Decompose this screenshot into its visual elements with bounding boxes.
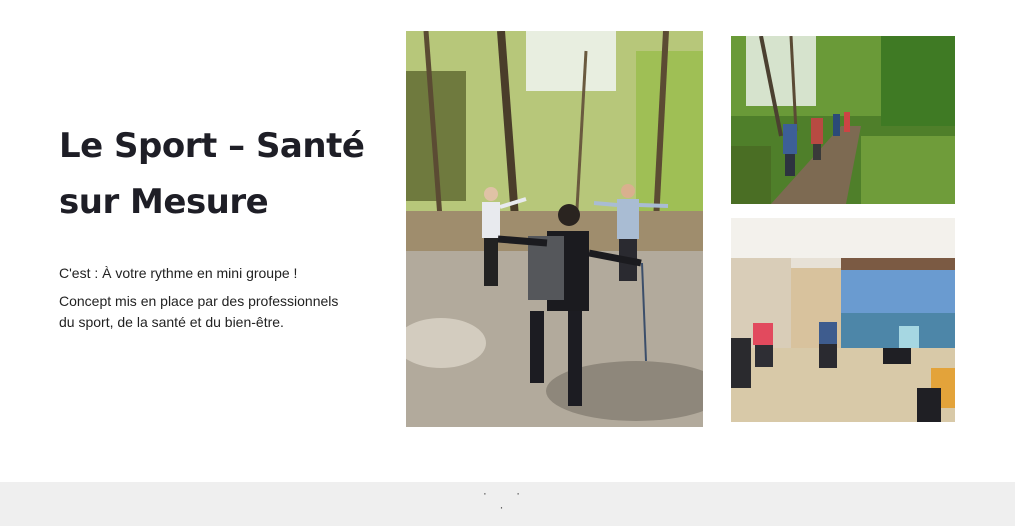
intro-tagline: C'est : À votre rythme en mini groupe ! (59, 265, 298, 281)
indoor-chair-exercise-photo (731, 218, 955, 422)
title-line-1: Le Sport – Santé (59, 126, 365, 166)
forest-exercise-photo (406, 31, 703, 427)
carousel-dots[interactable]: · · · (476, 486, 540, 514)
intro-description: Concept mis en place par des professionn… (59, 293, 339, 330)
page-title: Le Sport – Santé sur Mesure (59, 118, 389, 230)
forest-trail-photo (731, 36, 955, 204)
title-line-2: sur Mesure (59, 182, 269, 222)
